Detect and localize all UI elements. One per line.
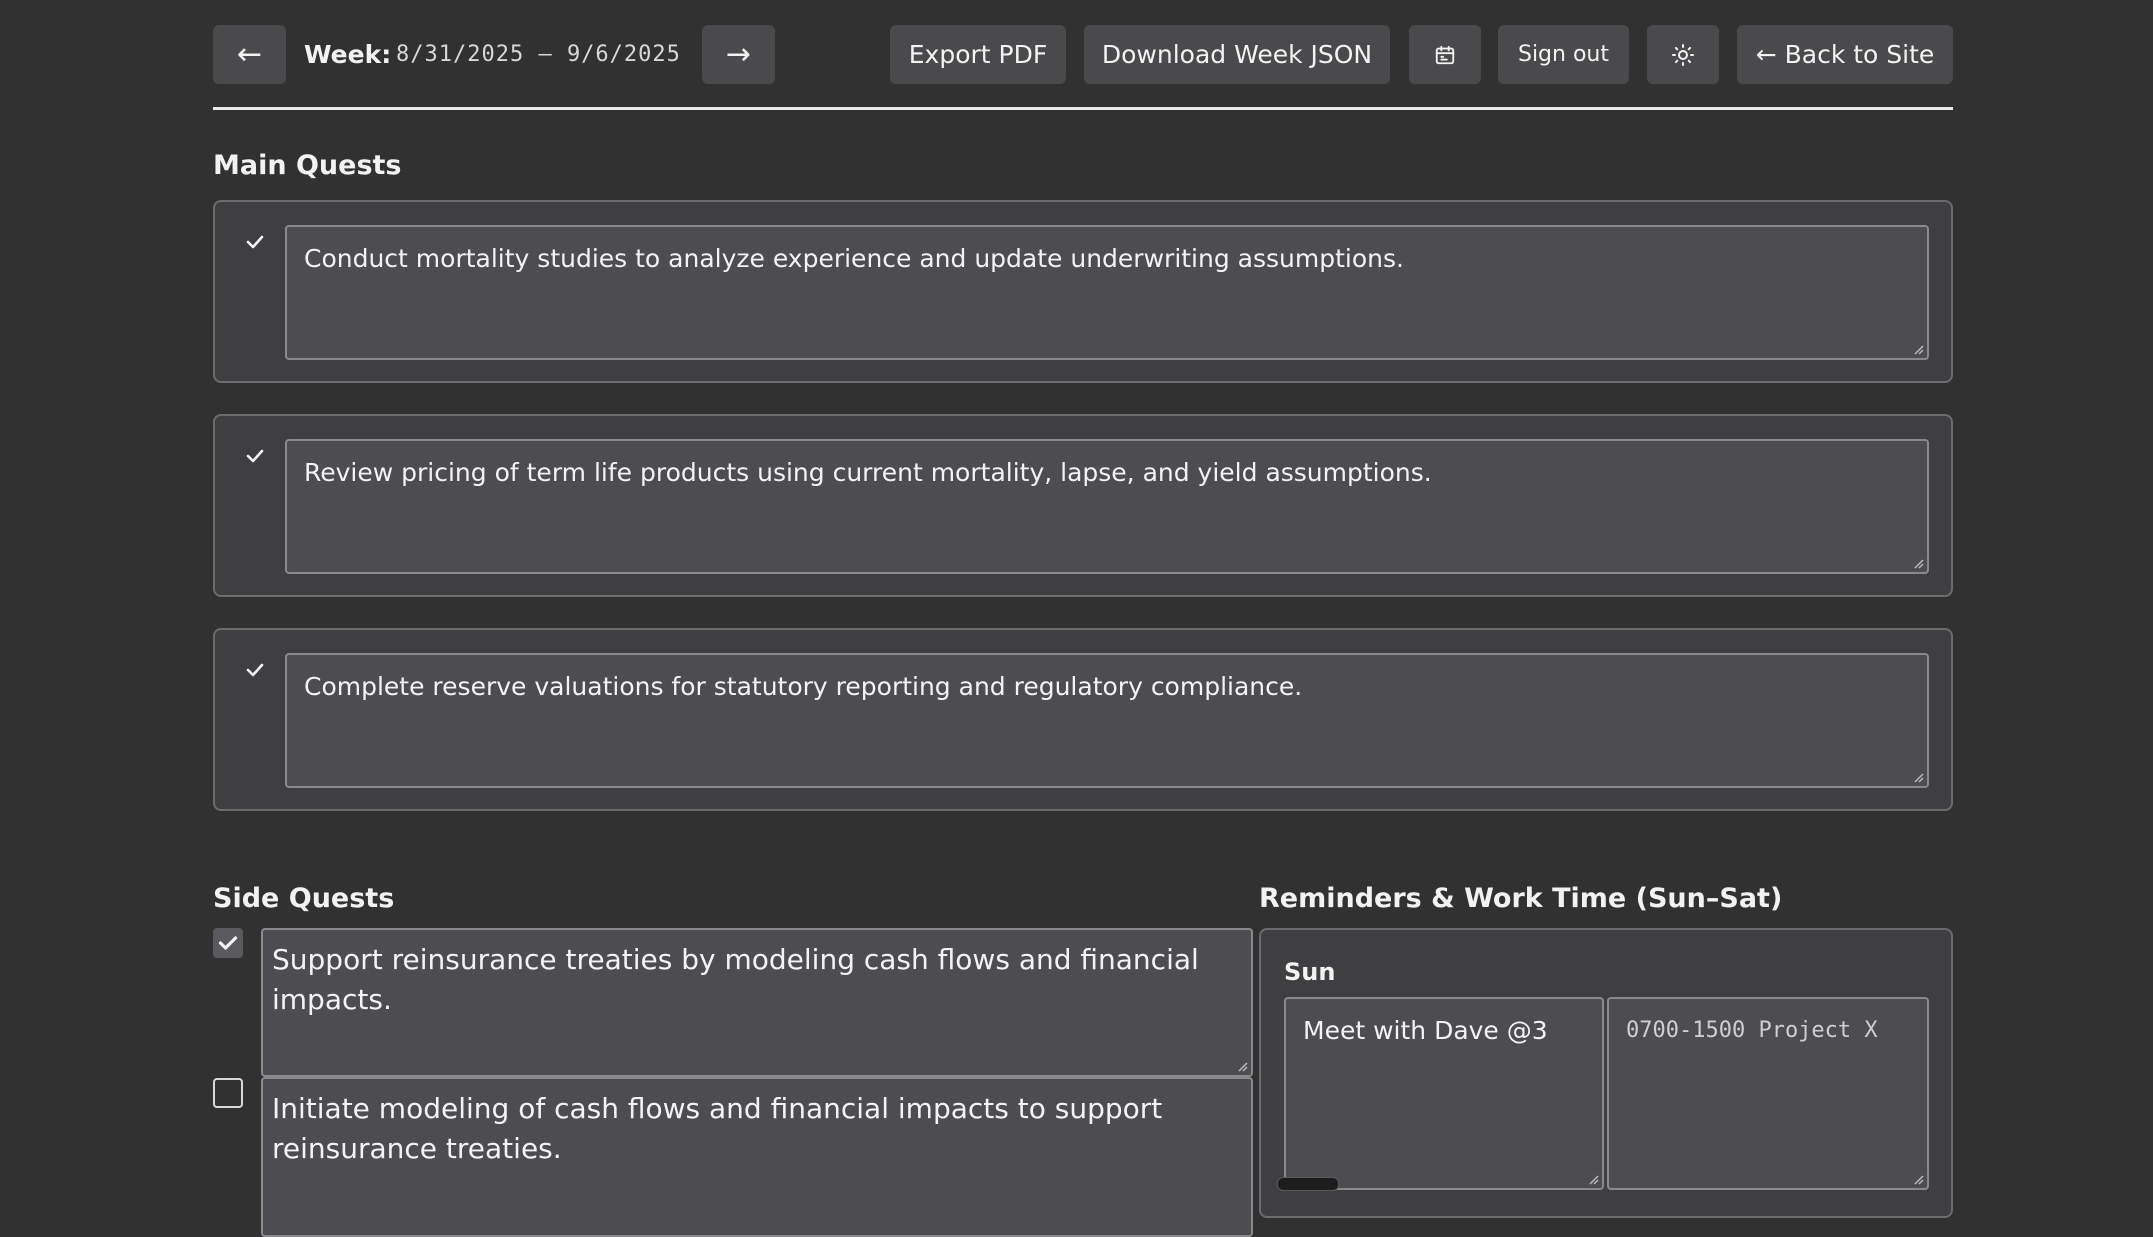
main-quest-text: Review pricing of term life products usi… <box>304 458 1432 487</box>
work-time-textarea[interactable]: 0700-1500 Project X <box>1607 997 1929 1190</box>
week-range: 8/31/2025 – 9/6/2025 <box>396 42 681 67</box>
side-quest-text: Support reinsurance treaties by modeling… <box>272 943 1199 1016</box>
checkmark-icon <box>218 936 238 950</box>
main-quest-textarea[interactable]: Conduct mortality studies to analyze exp… <box>285 225 1929 360</box>
theme-toggle-button[interactable] <box>1647 25 1719 84</box>
work-time-placeholder: 0700-1500 Project X <box>1626 1018 1878 1043</box>
resize-grip-icon[interactable] <box>1912 1173 1924 1185</box>
checkmark-icon[interactable] <box>243 658 267 682</box>
next-week-button[interactable]: → <box>702 25 775 84</box>
main-quest-textarea[interactable]: Review pricing of term life products usi… <box>285 439 1929 574</box>
reminders-title: Reminders & Work Time (Sun–Sat) <box>1259 883 1783 914</box>
main-quest-card: Conduct mortality studies to analyze exp… <box>213 200 1953 383</box>
calendar-button[interactable] <box>1409 25 1481 84</box>
main-quest-card: Complete reserve valuations for statutor… <box>213 628 1953 811</box>
main-quest-card: Review pricing of term life products usi… <box>213 414 1953 597</box>
main-quests-title: Main Quests <box>213 150 402 181</box>
day-label: Sun <box>1284 958 1336 986</box>
side-quest-textarea[interactable]: Initiate modeling of cash flows and fina… <box>261 1077 1253 1237</box>
download-week-json-button[interactable]: Download Week JSON <box>1084 25 1390 84</box>
planner-page: ← Week: 8/31/2025 – 9/6/2025 → Export PD… <box>213 0 1953 1237</box>
reminder-day-card: Sun Meet with Dave @3 0700-1500 Project … <box>1259 928 1953 1218</box>
side-quests-title: Side Quests <box>213 883 395 914</box>
prev-week-button[interactable]: ← <box>213 25 286 84</box>
checkmark-icon[interactable] <box>243 444 267 468</box>
side-quest-checkbox-checked[interactable] <box>213 928 243 958</box>
resize-grip-icon[interactable] <box>1912 557 1924 569</box>
resize-grip-icon[interactable] <box>1587 1173 1599 1185</box>
sun-icon <box>1672 43 1694 66</box>
back-to-site-button[interactable]: ← Back to Site <box>1737 25 1953 84</box>
resize-grip-icon[interactable] <box>1912 771 1924 783</box>
side-quest-textarea[interactable]: Support reinsurance treaties by modeling… <box>261 928 1253 1077</box>
resize-grip-icon[interactable] <box>1912 343 1924 355</box>
reminder-text: Meet with Dave @3 <box>1303 1016 1548 1045</box>
main-quest-text: Conduct mortality studies to analyze exp… <box>304 244 1404 273</box>
scroll-handle[interactable] <box>1277 1177 1339 1191</box>
sign-out-button[interactable]: Sign out <box>1498 25 1629 84</box>
toolbar: ← Week: 8/31/2025 – 9/6/2025 → Export PD… <box>213 0 1953 110</box>
checkmark-icon[interactable] <box>243 230 267 254</box>
week-label: Week: <box>304 40 392 69</box>
export-pdf-button[interactable]: Export PDF <box>890 25 1066 84</box>
reminder-textarea[interactable]: Meet with Dave @3 <box>1284 997 1604 1190</box>
resize-grip-icon[interactable] <box>1236 1060 1248 1072</box>
side-quest-text: Initiate modeling of cash flows and fina… <box>272 1092 1163 1165</box>
calendar-icon <box>1435 45 1455 64</box>
side-quest-checkbox[interactable] <box>213 1078 243 1108</box>
main-quest-textarea[interactable]: Complete reserve valuations for statutor… <box>285 653 1929 788</box>
main-quest-text: Complete reserve valuations for statutor… <box>304 672 1303 701</box>
